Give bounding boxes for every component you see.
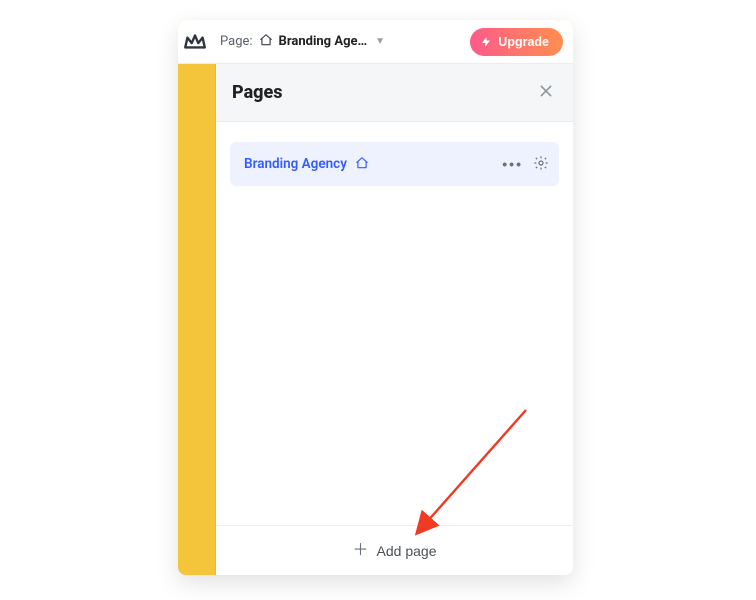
page-selector-title: Branding Age…: [279, 34, 368, 49]
app-window: Page: Branding Age… ▼ Upgrade Pages: [178, 20, 573, 575]
home-icon: [355, 155, 369, 174]
page-more-button[interactable]: •••: [502, 156, 523, 172]
home-icon: [259, 33, 273, 51]
gear-icon: [533, 155, 549, 174]
close-icon: [538, 83, 554, 102]
page-row[interactable]: Branding Agency •••: [230, 142, 559, 186]
lightning-icon: [480, 36, 492, 48]
add-page-label: Add page: [377, 543, 437, 559]
add-page-button[interactable]: ＋ Add page: [353, 543, 437, 559]
pages-list: Branding Agency •••: [216, 122, 573, 525]
pages-panel-header: Pages: [216, 64, 573, 122]
pages-panel-footer: ＋ Add page: [216, 525, 573, 575]
crown-logo-icon: [182, 29, 208, 55]
upgrade-label: Upgrade: [498, 35, 549, 49]
more-icon: •••: [502, 156, 523, 172]
chevron-down-icon: ▼: [375, 36, 385, 47]
plus-icon: ＋: [353, 543, 369, 559]
pages-panel-title: Pages: [232, 82, 282, 103]
topbar: Page: Branding Age… ▼ Upgrade: [178, 20, 573, 64]
close-button[interactable]: [535, 82, 557, 104]
page-row-actions: •••: [502, 155, 549, 174]
upgrade-button[interactable]: Upgrade: [470, 28, 563, 56]
page-selector[interactable]: Page: Branding Age… ▼: [220, 33, 385, 51]
page-settings-button[interactable]: [533, 155, 549, 174]
page-name: Branding Agency: [244, 156, 347, 172]
pages-panel: Pages Branding Agency •••: [216, 64, 573, 575]
page-selector-label: Page:: [220, 34, 253, 49]
